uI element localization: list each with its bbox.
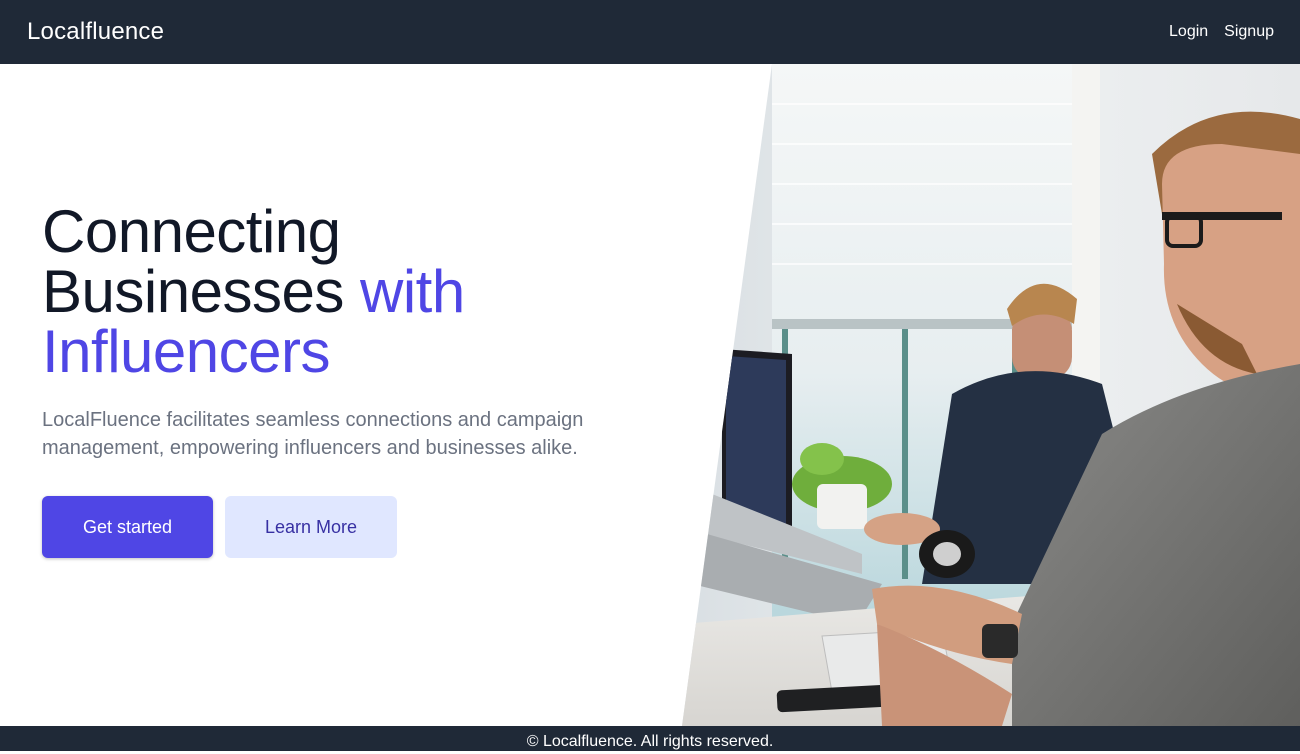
footer-copyright: © Localfluence. All rights reserved. bbox=[526, 733, 774, 750]
hero-text-block: Connecting Businesses with Influencers L… bbox=[42, 202, 662, 558]
headline-accent-influencers: Influencers bbox=[42, 318, 331, 385]
brand-logo-link[interactable]: Localfluence bbox=[27, 18, 164, 46]
headline-line-1: Connecting bbox=[42, 198, 341, 265]
get-started-button[interactable]: Get started bbox=[42, 496, 213, 558]
learn-more-button[interactable]: Learn More bbox=[225, 496, 397, 558]
page-footer: © Localfluence. All rights reserved. bbox=[0, 726, 1300, 751]
headline-accent-with: with bbox=[360, 258, 465, 325]
nav-links: Login Signup bbox=[1169, 23, 1274, 41]
login-link[interactable]: Login bbox=[1169, 23, 1208, 41]
cta-button-row: Get started Learn More bbox=[42, 496, 662, 558]
headline-line-2: Businesses bbox=[42, 258, 360, 325]
hero-section: Connecting Businesses with Influencers L… bbox=[0, 64, 1300, 726]
hero-office-photo bbox=[682, 64, 1300, 726]
signup-link[interactable]: Signup bbox=[1224, 23, 1274, 41]
top-navbar: Localfluence Login Signup bbox=[0, 0, 1300, 64]
hero-headline: Connecting Businesses with Influencers bbox=[42, 202, 662, 382]
hero-subtitle: LocalFluence facilitates seamless connec… bbox=[42, 409, 584, 459]
